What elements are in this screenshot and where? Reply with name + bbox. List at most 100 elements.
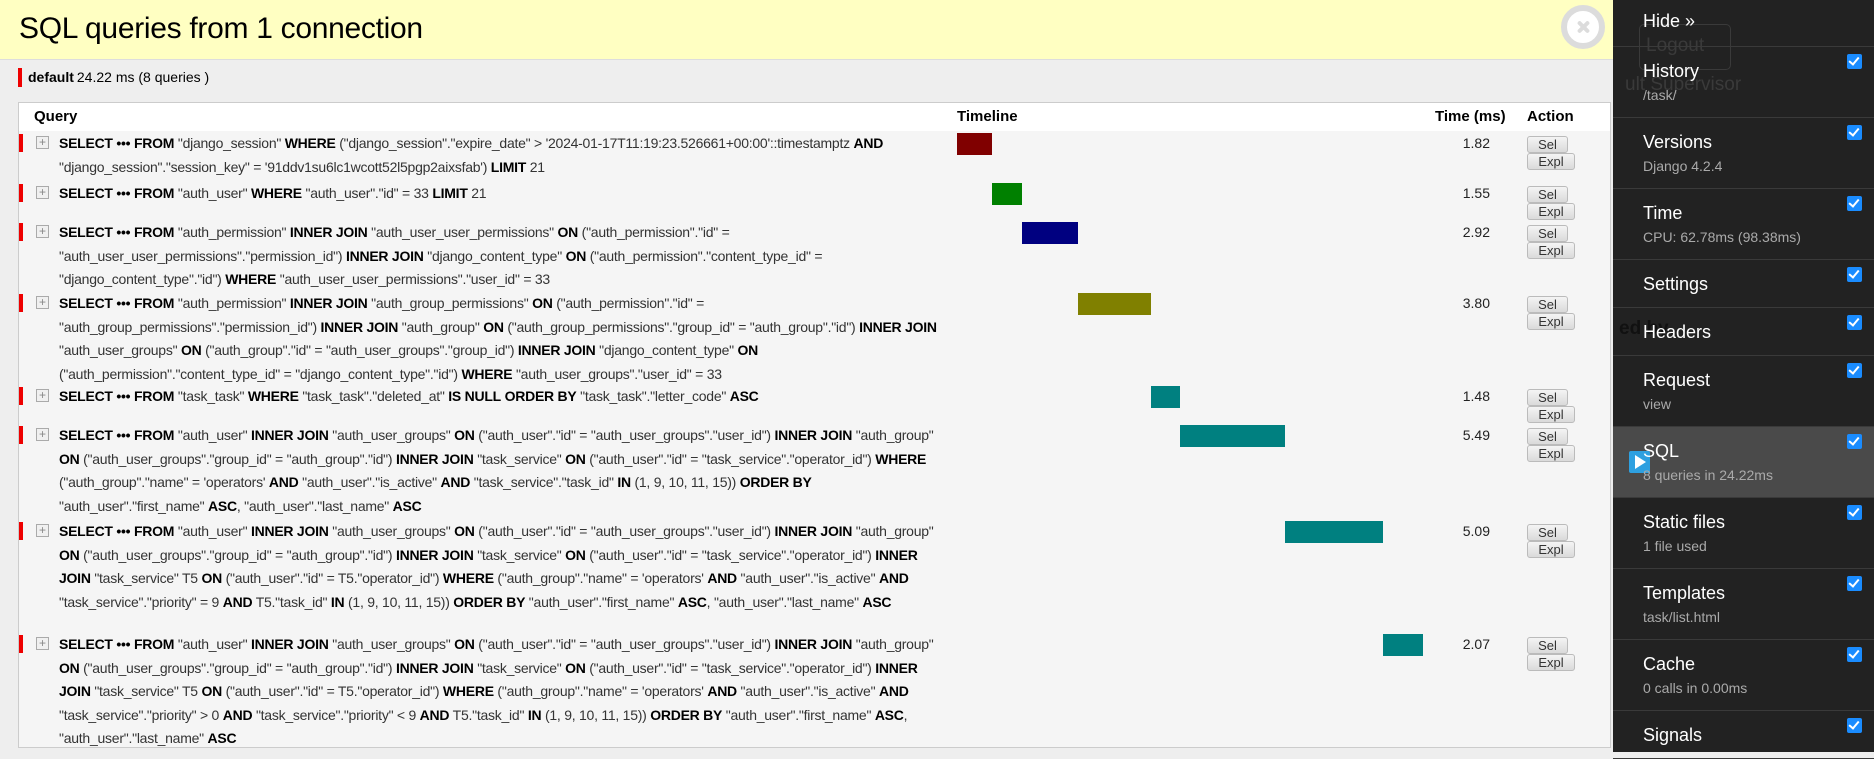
select-button[interactable]: Sel	[1527, 428, 1568, 445]
query-sql[interactable]: SELECT ••• FROM "task_task" WHERE "task_…	[59, 385, 947, 409]
timeline-bar	[1021, 222, 1078, 244]
panel-subtitle: Django 4.2.4	[1643, 158, 1723, 174]
panel-static-files[interactable]: Static files 1 file used	[1613, 498, 1874, 569]
panel-cache[interactable]: Cache 0 calls in 0.00ms	[1613, 640, 1874, 711]
panel-subtitle: 0 calls in 0.00ms	[1643, 680, 1748, 696]
query-row: + SELECT ••• FROM "django_session" WHERE …	[19, 132, 1610, 182]
timeline-bar	[1151, 386, 1180, 408]
panel-subtitle: /task/	[1643, 87, 1677, 103]
expand-icon[interactable]: +	[36, 428, 49, 441]
panel-title[interactable]: Time	[1643, 201, 1682, 225]
query-time: 1.48	[1462, 388, 1490, 404]
panel-templates[interactable]: Templates task/list.html	[1613, 569, 1874, 640]
explain-button[interactable]: Expl	[1527, 153, 1575, 170]
panel-settings[interactable]: Settings	[1613, 260, 1874, 308]
connection-alias: default	[28, 69, 74, 85]
panel-title[interactable]: Cache	[1643, 652, 1695, 676]
panel-title[interactable]: Versions	[1643, 130, 1712, 154]
query-sql[interactable]: SELECT ••• FROM "auth_user" WHERE "auth_…	[59, 182, 947, 206]
panel-sql[interactable]: SQL 8 queries in 24.22ms	[1613, 427, 1874, 498]
select-button[interactable]: Sel	[1527, 186, 1568, 203]
panel-subtitle: 8 queries in 24.22ms	[1643, 467, 1773, 483]
panel-subtitle: task/list.html	[1643, 609, 1721, 625]
panel-title[interactable]: Signals	[1643, 723, 1702, 747]
query-marker	[19, 426, 23, 444]
explain-button[interactable]: Expl	[1527, 445, 1575, 462]
select-button[interactable]: Sel	[1527, 637, 1568, 654]
query-time: 1.55	[1462, 185, 1490, 201]
explain-button[interactable]: Expl	[1527, 406, 1575, 423]
query-row: + SELECT ••• FROM "auth_user" INNER JOIN …	[19, 424, 1610, 520]
query-time: 5.09	[1462, 523, 1490, 539]
timeline-bar	[992, 183, 1022, 205]
explain-button[interactable]: Expl	[1527, 313, 1575, 330]
expand-icon[interactable]: +	[36, 136, 49, 149]
expand-icon[interactable]: +	[36, 225, 49, 238]
select-button[interactable]: Sel	[1527, 524, 1568, 541]
explain-button[interactable]: Expl	[1527, 654, 1575, 671]
query-sql[interactable]: SELECT ••• FROM "auth_user" INNER JOIN "…	[59, 633, 947, 751]
query-sql[interactable]: SELECT ••• FROM "auth_user" INNER JOIN "…	[59, 520, 947, 614]
query-marker	[19, 635, 23, 653]
query-row: + SELECT ••• FROM "auth_user" WHERE "auth…	[19, 182, 1610, 221]
panel-toggle-checkbox[interactable]	[1847, 505, 1862, 520]
timeline-bar	[1285, 521, 1384, 543]
panel-header: SQL queries from 1 connection	[0, 0, 1613, 60]
expand-icon[interactable]: +	[36, 637, 49, 650]
panel-title[interactable]: Templates	[1643, 581, 1725, 605]
panel-headers[interactable]: Headers	[1613, 308, 1874, 356]
panel-request[interactable]: Request view	[1613, 356, 1874, 427]
explain-button[interactable]: Expl	[1527, 203, 1575, 220]
query-sql[interactable]: SELECT ••• FROM "auth_user" INNER JOIN "…	[59, 424, 947, 518]
panel-toggle-checkbox[interactable]	[1847, 54, 1862, 69]
hide-toolbar-row: Hide »	[1613, 0, 1874, 47]
panel-title[interactable]: Static files	[1643, 510, 1725, 534]
expand-icon[interactable]: +	[36, 296, 49, 309]
panel-toggle-checkbox[interactable]	[1847, 434, 1862, 449]
panel-title[interactable]: Request	[1643, 368, 1710, 392]
explain-button[interactable]: Expl	[1527, 242, 1575, 259]
panel-toggle-checkbox[interactable]	[1847, 196, 1862, 211]
timeline-bar	[957, 133, 993, 155]
panel-history[interactable]: History/task/	[1613, 47, 1874, 118]
query-row: + SELECT ••• FROM "auth_user" INNER JOIN …	[19, 520, 1610, 633]
select-button[interactable]: Sel	[1527, 136, 1568, 153]
panel-toggle-checkbox[interactable]	[1847, 267, 1862, 282]
panel-time[interactable]: Time CPU: 62.78ms (98.38ms)	[1613, 189, 1874, 260]
explain-button[interactable]: Expl	[1527, 541, 1575, 558]
select-button[interactable]: Sel	[1527, 296, 1568, 313]
panel-title[interactable]: SQL	[1643, 439, 1679, 463]
panel-toggle-checkbox[interactable]	[1847, 647, 1862, 662]
panel-title[interactable]: History	[1643, 59, 1699, 83]
query-row: + SELECT ••• FROM "task_task" WHERE "task…	[19, 385, 1610, 424]
panel-subtitle: CPU: 62.78ms (98.38ms)	[1643, 229, 1801, 245]
timeline-bar	[1383, 634, 1423, 656]
hide-toolbar-button[interactable]: Hide »	[1643, 11, 1695, 32]
panel-toggle-checkbox[interactable]	[1847, 125, 1862, 140]
query-sql[interactable]: SELECT ••• FROM "auth_permission" INNER …	[59, 221, 947, 292]
panel-toggle-checkbox[interactable]	[1847, 315, 1862, 330]
panel-subtitle: view	[1643, 396, 1672, 412]
expand-icon[interactable]: +	[36, 524, 49, 537]
query-sql[interactable]: SELECT ••• FROM "django_session" WHERE (…	[59, 132, 947, 179]
page-title: SQL queries from 1 connection	[19, 12, 423, 45]
connection-stats: 24.22 ms (8 queries )	[76, 69, 210, 85]
panel-toggle-checkbox[interactable]	[1847, 576, 1862, 591]
panel-title[interactable]: Settings	[1643, 272, 1708, 296]
column-query: Query	[34, 108, 78, 125]
close-icon[interactable]	[1561, 5, 1605, 49]
panel-toggle-checkbox[interactable]	[1847, 363, 1862, 378]
panel-versions[interactable]: Versions Django 4.2.4	[1613, 118, 1874, 189]
select-button[interactable]: Sel	[1527, 389, 1568, 406]
panel-title[interactable]: Headers	[1643, 320, 1711, 344]
query-sql[interactable]: SELECT ••• FROM "auth_permission" INNER …	[59, 292, 947, 386]
expand-icon[interactable]: +	[36, 186, 49, 199]
panel-toggle-checkbox[interactable]	[1847, 718, 1862, 733]
table-header: Query Timeline Time (ms) Action	[19, 103, 1610, 131]
timeline-bar	[1078, 293, 1152, 315]
query-marker	[19, 134, 23, 152]
query-marker	[19, 522, 23, 540]
column-timeline: Timeline	[957, 108, 1018, 125]
expand-icon[interactable]: +	[36, 389, 49, 402]
select-button[interactable]: Sel	[1527, 225, 1568, 242]
